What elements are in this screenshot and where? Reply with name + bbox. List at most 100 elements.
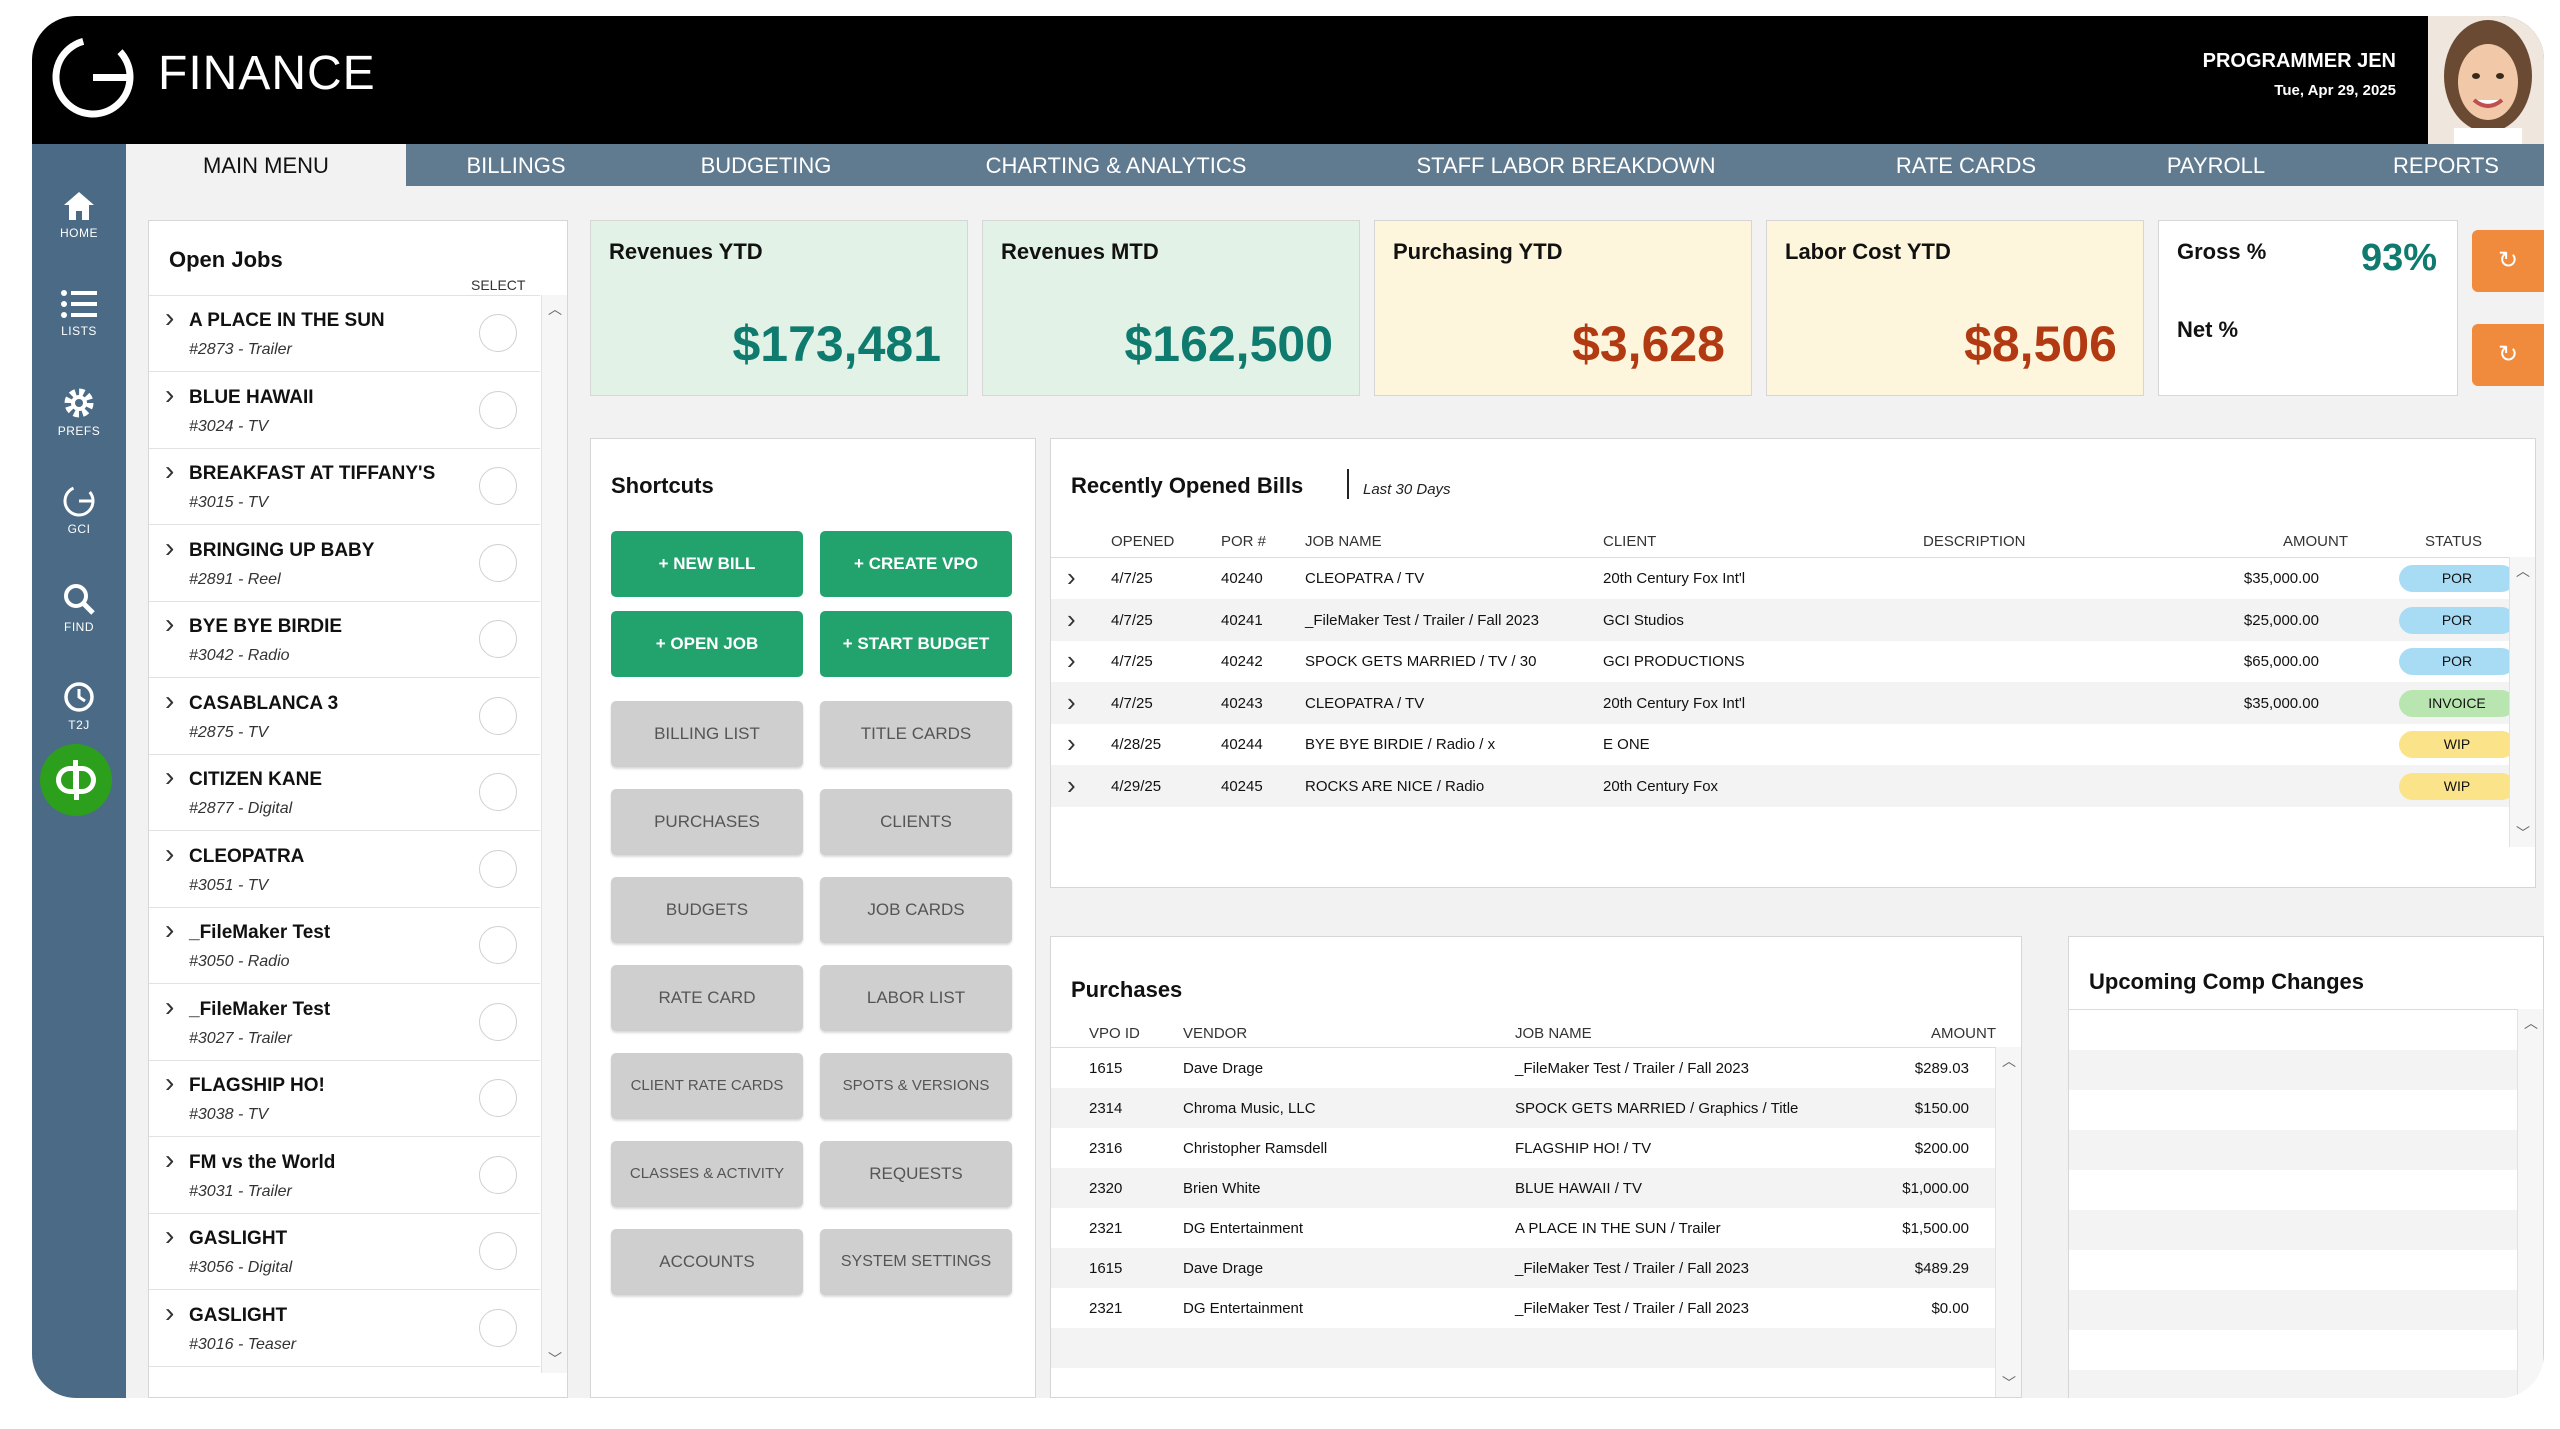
tab-reports[interactable]: REPORTS	[2366, 144, 2526, 186]
chevron-right-icon[interactable]: ›	[165, 302, 174, 334]
open-job-row[interactable]: › BRINGING UP BABY #2891 - Reel	[149, 525, 540, 602]
column-header[interactable]: AMOUNT	[2283, 533, 2348, 550]
select-radio[interactable]	[479, 543, 517, 582]
scroll-up-icon[interactable]: ︿	[1999, 1051, 2019, 1071]
comp-changes-list[interactable]	[2069, 1009, 2517, 1398]
open-job-row[interactable]: › GASLIGHT #3016 - Teaser	[149, 1290, 540, 1367]
sidebar-item-t2j[interactable]: T2J	[32, 668, 126, 754]
clients-button[interactable]: CLIENTS	[820, 789, 1012, 855]
tab-staff-labor-breakdown[interactable]: STAFF LABOR BREAKDOWN	[1376, 144, 1756, 186]
table-row[interactable]: › 4/7/25 40243 CLEOPATRA / TV 20th Century F…	[1051, 682, 2509, 724]
column-header[interactable]: DESCRIPTION	[1923, 533, 2026, 550]
open-job-row[interactable]: › _FileMaker Test #3050 - Radio	[149, 908, 540, 984]
kpi-card-labor-cost-ytd[interactable]: Labor Cost YTD $8,506	[1766, 220, 2144, 396]
chevron-right-icon[interactable]: ›	[165, 532, 174, 564]
sidebar-item-lists[interactable]: LISTS	[32, 276, 126, 362]
status-badge[interactable]: INVOICE	[2399, 689, 2509, 717]
table-row[interactable]: › 4/7/25 40241 _FileMaker Test / Trailer / …	[1051, 599, 2509, 641]
table-row[interactable]: › 4/7/25 40242 SPOCK GETS MARRIED / TV / 30…	[1051, 641, 2509, 682]
open-job-row[interactable]: › A PLACE IN THE SUN #2873 - Trailer	[149, 296, 540, 372]
chevron-right-icon[interactable]: ›	[165, 1067, 174, 1099]
open-jobs-list[interactable]: › A PLACE IN THE SUN #2873 - Trailer › BLUE …	[149, 295, 540, 1375]
billing-list-button[interactable]: BILLING LIST	[611, 701, 803, 767]
kpi-card-purchasing-ytd[interactable]: Purchasing YTD $3,628	[1374, 220, 1752, 396]
purchases-button[interactable]: PURCHASES	[611, 789, 803, 855]
labor-list-button[interactable]: LABOR LIST	[820, 965, 1012, 1031]
chevron-right-icon[interactable]: ›	[165, 991, 174, 1023]
chevron-right-icon[interactable]: ›	[165, 1220, 174, 1252]
comp-changes-scrollbar[interactable]: ︿	[2517, 1009, 2543, 1398]
classes-activity-button[interactable]: CLASSES & ACTIVITY	[611, 1141, 803, 1207]
table-row[interactable]: 2316 Christopher Ramsdell FLAGSHIP HO! / T…	[1051, 1128, 1995, 1169]
scroll-up-icon[interactable]: ︿	[2521, 1013, 2541, 1033]
rate-card-button[interactable]: RATE CARD	[611, 965, 803, 1031]
purchases-table[interactable]: 1615 Dave Drage _FileMaker Test / Trailer …	[1051, 1047, 1995, 1397]
budgets-button[interactable]: BUDGETS	[611, 877, 803, 943]
tab-payroll[interactable]: PAYROLL	[2126, 144, 2306, 186]
column-header[interactable]: AMOUNT	[1931, 1025, 1996, 1042]
chevron-right-icon[interactable]: ›	[165, 379, 174, 411]
new-bill-button[interactable]: + NEW BILL	[611, 531, 803, 597]
select-radio[interactable]	[479, 1232, 517, 1270]
table-row[interactable]: › 4/29/25 40245 ROCKS ARE NICE / Radio 20th …	[1051, 765, 2509, 807]
open-job-row[interactable]: › _FileMaker Test #3027 - Trailer	[149, 984, 540, 1061]
status-badge[interactable]: POR	[2399, 648, 2509, 675]
scroll-up-icon[interactable]: ︿	[2513, 561, 2533, 581]
chevron-right-icon[interactable]: ›	[1067, 728, 1076, 759]
tab-rate-cards[interactable]: RATE CARDS	[1856, 144, 2076, 186]
status-badge[interactable]: WIP	[2399, 731, 2509, 758]
sidebar-item-gci[interactable]: GCI	[32, 472, 126, 558]
chevron-right-icon[interactable]: ›	[165, 1144, 174, 1176]
open-job-row[interactable]: › CITIZEN KANE #2877 - Digital	[149, 755, 540, 831]
client-rate-cards-button[interactable]: CLIENT RATE CARDS	[611, 1053, 803, 1119]
select-radio[interactable]	[479, 1079, 517, 1117]
table-row[interactable]: 2320 Brien White BLUE HAWAII / TV $1,000.00	[1051, 1168, 1995, 1209]
select-radio[interactable]	[479, 849, 517, 888]
scroll-down-icon[interactable]: ﹀	[2513, 823, 2533, 843]
chevron-right-icon[interactable]: ›	[1067, 645, 1076, 676]
open-job-row[interactable]: › FLAGSHIP HO! #3038 - TV	[149, 1061, 540, 1137]
user-avatar[interactable]	[2428, 16, 2544, 144]
quickbooks-button[interactable]	[40, 744, 112, 816]
chevron-right-icon[interactable]: ›	[1067, 770, 1076, 801]
refresh-button[interactable]: ↻	[2472, 230, 2544, 292]
chevron-right-icon[interactable]: ›	[165, 455, 174, 487]
scroll-up-icon[interactable]: ︿	[545, 299, 565, 319]
purchases-scrollbar[interactable]: ︿ ﹀	[1995, 1047, 2021, 1397]
tab-main-menu[interactable]: MAIN MENU	[126, 144, 406, 186]
chevron-right-icon[interactable]: ›	[165, 1297, 174, 1329]
status-badge[interactable]: POR	[2399, 606, 2509, 634]
requests-button[interactable]: REQUESTS	[820, 1141, 1012, 1207]
system-settings-button[interactable]: SYSTEM SETTINGS	[820, 1229, 1012, 1295]
open-job-row[interactable]: › FM vs the World #3031 - Trailer	[149, 1137, 540, 1214]
open-job-row[interactable]: › BLUE HAWAII #3024 - TV	[149, 372, 540, 449]
table-row[interactable]: 2321 DG Entertainment _FileMaker Test / Tr…	[1051, 1288, 1995, 1329]
chevron-right-icon[interactable]: ›	[1067, 604, 1076, 635]
column-header[interactable]: JOB NAME	[1515, 1025, 1592, 1042]
open-jobs-scrollbar[interactable]: ︿ ﹀	[541, 295, 567, 1373]
chevron-right-icon[interactable]: ›	[165, 685, 174, 717]
start-budget-button[interactable]: + START BUDGET	[820, 611, 1012, 677]
select-radio[interactable]	[479, 314, 517, 352]
column-header[interactable]: POR #	[1221, 533, 1266, 550]
table-row[interactable]: 2321 DG Entertainment A PLACE IN THE SUN /…	[1051, 1208, 1995, 1249]
open-job-row[interactable]: › BYE BYE BIRDIE #3042 - Radio	[149, 602, 540, 678]
chevron-right-icon[interactable]: ›	[165, 608, 174, 640]
table-row[interactable]: › 4/7/25 40240 CLEOPATRA / TV 20th Century F…	[1051, 558, 2509, 599]
refresh-button[interactable]: ↻	[2472, 324, 2544, 386]
recent-bills-table[interactable]: › 4/7/25 40240 CLEOPATRA / TV 20th Century F…	[1051, 557, 2509, 847]
column-header[interactable]: OPENED	[1111, 533, 1174, 550]
select-radio[interactable]	[479, 773, 517, 811]
scroll-down-icon[interactable]: ﹀	[1999, 1373, 2019, 1393]
chevron-right-icon[interactable]: ›	[165, 838, 174, 870]
open-job-row[interactable]: › GASLIGHT #3056 - Digital	[149, 1214, 540, 1290]
select-radio[interactable]	[479, 1308, 517, 1347]
select-radio[interactable]	[479, 696, 517, 735]
table-row[interactable]: 2314 Chroma Music, LLC SPOCK GETS MARRIED …	[1051, 1088, 1995, 1129]
select-radio[interactable]	[479, 620, 517, 658]
select-radio[interactable]	[479, 1002, 517, 1041]
sidebar-item-home[interactable]: HOME	[32, 178, 126, 264]
tab-billings[interactable]: BILLINGS	[416, 144, 616, 186]
chevron-right-icon[interactable]: ›	[1067, 687, 1076, 718]
column-header[interactable]: VPO ID	[1089, 1025, 1140, 1042]
